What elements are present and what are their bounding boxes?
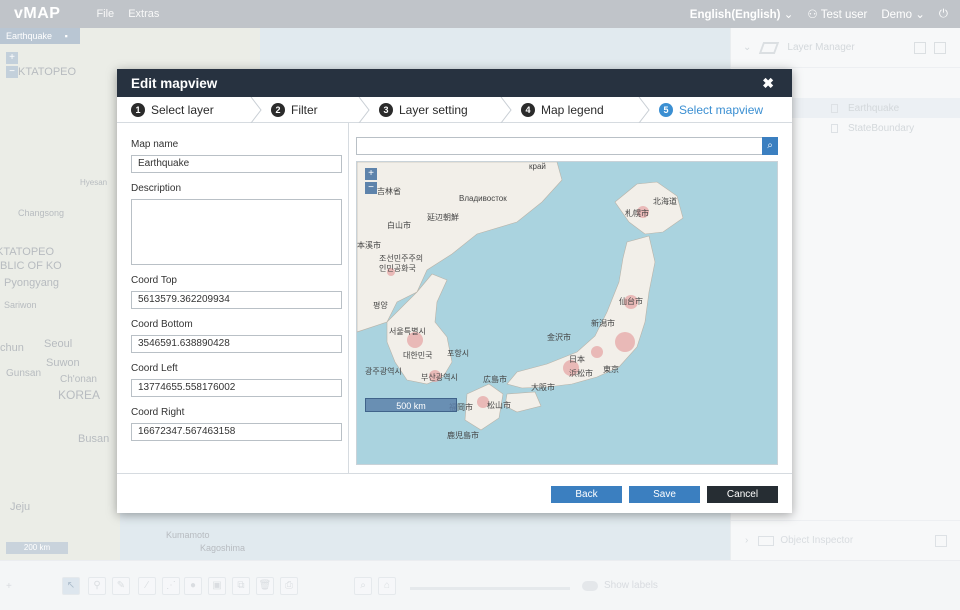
honshu-shape [506, 235, 656, 389]
step-number: 5 [659, 102, 673, 117]
mapview-preview: ⌕ + − край Владивосток 吉林省 白山市 延辺朝鮮 本溪市 … [350, 123, 792, 473]
coord-right-field[interactable]: 16672347.567463158 [131, 423, 342, 441]
urban-area [615, 332, 635, 352]
dialog-footer: Back Save Cancel [117, 473, 792, 513]
step-number: 3 [379, 102, 393, 117]
map-label: 서울특별시 [389, 327, 426, 336]
step-label: Select layer [151, 102, 214, 117]
map-label: 本溪市 [357, 241, 381, 250]
step-select-layer[interactable]: 1 Select layer [117, 97, 262, 123]
map-label: 광주광역시 [365, 367, 402, 376]
map-scale-bar: 500 km [365, 398, 457, 412]
description-field[interactable] [131, 199, 342, 265]
map-label: 東京 [603, 365, 619, 374]
step-label: Map legend [541, 102, 604, 117]
step-map-legend[interactable]: 4 Map legend [507, 97, 650, 123]
step-filter[interactable]: 2 Filter [257, 97, 370, 123]
map-label: 広島市 [483, 375, 507, 384]
map-label: 金沢市 [547, 333, 571, 342]
step-select-mapview[interactable]: 5 Select mapview [645, 97, 792, 122]
back-button[interactable]: Back [551, 486, 622, 503]
map-label: 浜松市 [569, 369, 593, 378]
description-label: Description [131, 183, 182, 194]
map-name-field[interactable]: Earthquake [131, 155, 342, 173]
step-label: Layer setting [399, 102, 468, 117]
zoom-out-button[interactable]: − [365, 182, 377, 194]
map-search-input[interactable] [356, 137, 764, 155]
map-label: 延辺朝鮮 [427, 213, 459, 222]
zoom-in-button[interactable]: + [365, 168, 377, 180]
step-label: Filter [291, 102, 318, 117]
coord-right-label: Coord Right [131, 407, 185, 418]
urban-area [591, 346, 603, 358]
coord-bottom-label: Coord Bottom [131, 319, 193, 330]
coord-left-label: Coord Left [131, 363, 178, 374]
map-label: 포항시 [447, 349, 470, 358]
map-land-shapes [357, 162, 684, 431]
edit-mapview-dialog: Edit mapview ✖ 1 Select layer 2 Filter 3… [117, 69, 792, 513]
step-number: 1 [131, 102, 145, 117]
search-icon[interactable]: ⌕ [762, 137, 778, 155]
save-button[interactable]: Save [629, 486, 700, 503]
map-label: 仙台市 [619, 297, 643, 306]
map-name-label: Map name [131, 139, 179, 150]
map-label: 松山市 [487, 401, 511, 410]
step-number: 2 [271, 102, 285, 117]
map-label: 鹿児島市 [447, 431, 479, 440]
map-label: Владивосток [459, 194, 507, 203]
dialog-title-bar: Edit mapview ✖ [117, 69, 792, 97]
mapview-form: Map name Earthquake Description Coord To… [117, 123, 349, 473]
wizard-steps: 1 Select layer 2 Filter 3 Layer setting … [117, 97, 792, 123]
step-layer-setting[interactable]: 3 Layer setting [365, 97, 512, 123]
coord-top-field[interactable]: 5613579.362209934 [131, 291, 342, 309]
close-icon[interactable]: ✖ [762, 75, 774, 92]
map-label: 日本 [569, 355, 585, 364]
map-label: 吉林省 [377, 187, 401, 196]
map-label: 新潟市 [591, 319, 615, 328]
map-label: 평양 [373, 301, 388, 310]
step-number: 4 [521, 102, 535, 117]
map-label: 大阪市 [531, 383, 555, 392]
dialog-title: Edit mapview [131, 75, 218, 91]
map-label: 白山市 [387, 221, 411, 230]
map-label: край [529, 162, 546, 171]
map-label: 조선민주주의인민공화국 [379, 254, 424, 273]
cancel-button[interactable]: Cancel [707, 486, 778, 503]
map-label: 札幌市 [625, 209, 649, 218]
map-label: 대한민국 [403, 351, 433, 360]
map-label: 北海道 [653, 197, 677, 206]
map-label: 부산광역시 [421, 373, 458, 382]
coord-bottom-field[interactable]: 3546591.638890428 [131, 335, 342, 353]
coord-top-label: Coord Top [131, 275, 177, 286]
coord-left-field[interactable]: 13774655.558176002 [131, 379, 342, 397]
preview-map[interactable]: + − край Владивосток 吉林省 白山市 延辺朝鮮 本溪市 조선… [356, 161, 778, 465]
step-label: Select mapview [679, 102, 764, 117]
